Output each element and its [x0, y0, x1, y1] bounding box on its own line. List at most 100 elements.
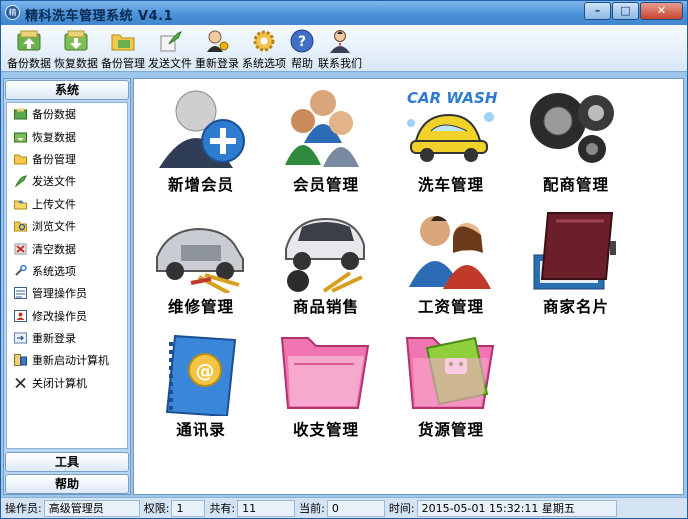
sidebar-item-system-options[interactable]: 系统选项	[7, 260, 127, 282]
module-address-book[interactable]: @ 通讯录	[142, 328, 260, 446]
status-permission: 权限: 1	[144, 499, 206, 517]
sidebar-item-label: 重新启动计算机	[32, 354, 109, 368]
help-header[interactable]: 帮助	[5, 474, 129, 494]
gear-icon	[251, 28, 277, 54]
sidebar-item-label: 上传文件	[32, 197, 76, 211]
backup-manage-button[interactable]: 备份管理	[101, 25, 145, 71]
car-wash-icon: CAR WASH	[401, 83, 501, 171]
contact-icon	[327, 28, 353, 54]
sidebar-item-shutdown-computer[interactable]: 关闭计算机	[7, 372, 127, 394]
sidebar-item-label: 重新登录	[32, 332, 76, 346]
sales-icon	[276, 205, 376, 293]
operators-icon	[13, 287, 27, 300]
module-car-wash[interactable]: CAR WASH 洗车管理	[392, 83, 510, 201]
tools-header[interactable]: 工具	[5, 452, 129, 472]
status-time: 时间: 2015-05-01 15:32:11 星期五	[389, 499, 617, 517]
folder-icon	[13, 152, 27, 165]
sidebar-footer-tools[interactable]: 工具	[4, 451, 130, 473]
relogin-icon	[204, 28, 230, 54]
maximize-button[interactable]: □	[612, 2, 639, 20]
salary-icon	[401, 205, 501, 293]
status-total-value: 11	[237, 499, 296, 517]
status-permission-value: 1	[171, 499, 206, 517]
repair-icon	[151, 205, 251, 295]
add-member-icon	[151, 83, 251, 171]
business-card-icon	[526, 205, 626, 293]
relogin-icon	[13, 332, 27, 345]
sidebar-header-system[interactable]: 系统	[5, 80, 129, 100]
sidebar-item-edit-operator[interactable]: 修改操作员	[7, 305, 127, 327]
help-icon: ?	[289, 28, 315, 54]
sidebar-footer-help[interactable]: 帮助	[4, 473, 130, 495]
sidebar-item-send-file[interactable]: 发送文件	[7, 170, 127, 192]
svg-text:?: ?	[298, 34, 306, 50]
sidebar-item-label: 系统选项	[32, 264, 76, 278]
close-button[interactable]: ✕	[640, 2, 683, 20]
edit-operator-icon	[13, 309, 27, 322]
restart-icon	[13, 354, 27, 367]
tire-icon	[526, 83, 626, 171]
app-logo-icon: 精	[5, 5, 20, 20]
restore-icon	[63, 28, 89, 54]
module-business-card[interactable]: 商家名片	[517, 205, 635, 323]
sidebar-item-label: 发送文件	[32, 175, 76, 189]
sidebar-item-label: 修改操作员	[32, 309, 87, 323]
sidebar-list: 备份数据 恢复数据 备份管理 发送文件 上传文件 浏览文件 清空数据 系统选项 …	[6, 102, 128, 449]
sidebar-item-label: 恢复数据	[32, 130, 76, 144]
status-bar: 操作员: 高级管理员 权限: 1 共有: 11 当前: 0 时间: 2015-0…	[1, 497, 687, 518]
sidebar: 系统 备份数据 恢复数据 备份管理 发送文件 上传文件 浏览文件 清空数据 系统…	[3, 78, 131, 495]
backup-manage-icon	[110, 28, 136, 54]
status-operator-value: 高级管理员	[43, 499, 140, 517]
sidebar-item-clear-data[interactable]: 清空数据	[7, 237, 127, 259]
restore-icon	[13, 130, 27, 143]
module-add-member[interactable]: 新增会员	[142, 83, 260, 201]
sidebar-item-upload-file[interactable]: 上传文件	[7, 193, 127, 215]
sidebar-item-relogin[interactable]: 重新登录	[7, 327, 127, 349]
send-file-button[interactable]: 发送文件	[148, 25, 192, 71]
module-supply-management[interactable]: 货源管理	[392, 328, 510, 446]
sidebar-item-browse-file[interactable]: 浏览文件	[7, 215, 127, 237]
status-current-value: 0	[326, 499, 385, 517]
browse-icon	[13, 220, 27, 233]
module-member-management[interactable]: 会员管理	[267, 83, 385, 201]
members-icon	[276, 83, 376, 171]
relogin-button[interactable]: 重新登录	[195, 25, 239, 71]
title-bar[interactable]: 精 精科洗车管理系统 V4.1 – □ ✕	[1, 1, 687, 25]
sidebar-item-label: 备份管理	[32, 152, 76, 166]
module-product-sales[interactable]: 商品销售	[267, 205, 385, 323]
status-current: 当前: 0	[299, 499, 385, 517]
supply-icon	[401, 328, 501, 416]
sidebar-item-label: 关闭计算机	[32, 376, 87, 390]
status-operator: 操作员: 高级管理员	[5, 499, 140, 517]
sidebar-item-restart-computer[interactable]: 重新启动计算机	[7, 349, 127, 371]
system-options-button[interactable]: 系统选项	[242, 25, 286, 71]
send-file-icon	[157, 28, 183, 54]
sidebar-item-backup-manage[interactable]: 备份管理	[7, 148, 127, 170]
module-salary-management[interactable]: 工资管理	[392, 205, 510, 323]
backup-icon	[16, 28, 42, 54]
svg-text:@: @	[196, 360, 215, 382]
module-repair-management[interactable]: 维修管理	[142, 205, 260, 323]
backup-data-button[interactable]: 备份数据	[7, 25, 51, 71]
sidebar-item-label: 管理操作员	[32, 287, 87, 301]
contact-us-button[interactable]: 联系我们	[318, 25, 362, 71]
sidebar-item-manage-operators[interactable]: 管理操作员	[7, 282, 127, 304]
minimize-button[interactable]: –	[584, 2, 611, 20]
income-expense-icon	[276, 328, 376, 416]
shutdown-icon	[13, 376, 27, 389]
restore-data-button[interactable]: 恢复数据	[54, 25, 98, 71]
help-button[interactable]: ? 帮助	[289, 25, 315, 71]
module-income-expense[interactable]: 收支管理	[267, 328, 385, 446]
sidebar-item-backup-data[interactable]: 备份数据	[7, 103, 127, 125]
module-supplier-management[interactable]: 配商管理	[517, 83, 635, 201]
backup-icon	[13, 108, 27, 121]
status-time-value: 2015-05-01 15:32:11 星期五	[416, 499, 617, 517]
options-icon	[13, 264, 27, 277]
toolbar: 备份数据 恢复数据 备份管理 发送文件 重新登录 系统选项 ? 帮助 联系我们	[1, 25, 687, 72]
sidebar-item-label: 备份数据	[32, 108, 76, 122]
window-controls: – □ ✕	[584, 2, 683, 20]
status-total: 共有: 11	[209, 499, 296, 517]
sidebar-item-label: 浏览文件	[32, 220, 76, 234]
window-title: 精科洗车管理系统 V4.1	[25, 9, 174, 24]
sidebar-item-restore-data[interactable]: 恢复数据	[7, 125, 127, 147]
